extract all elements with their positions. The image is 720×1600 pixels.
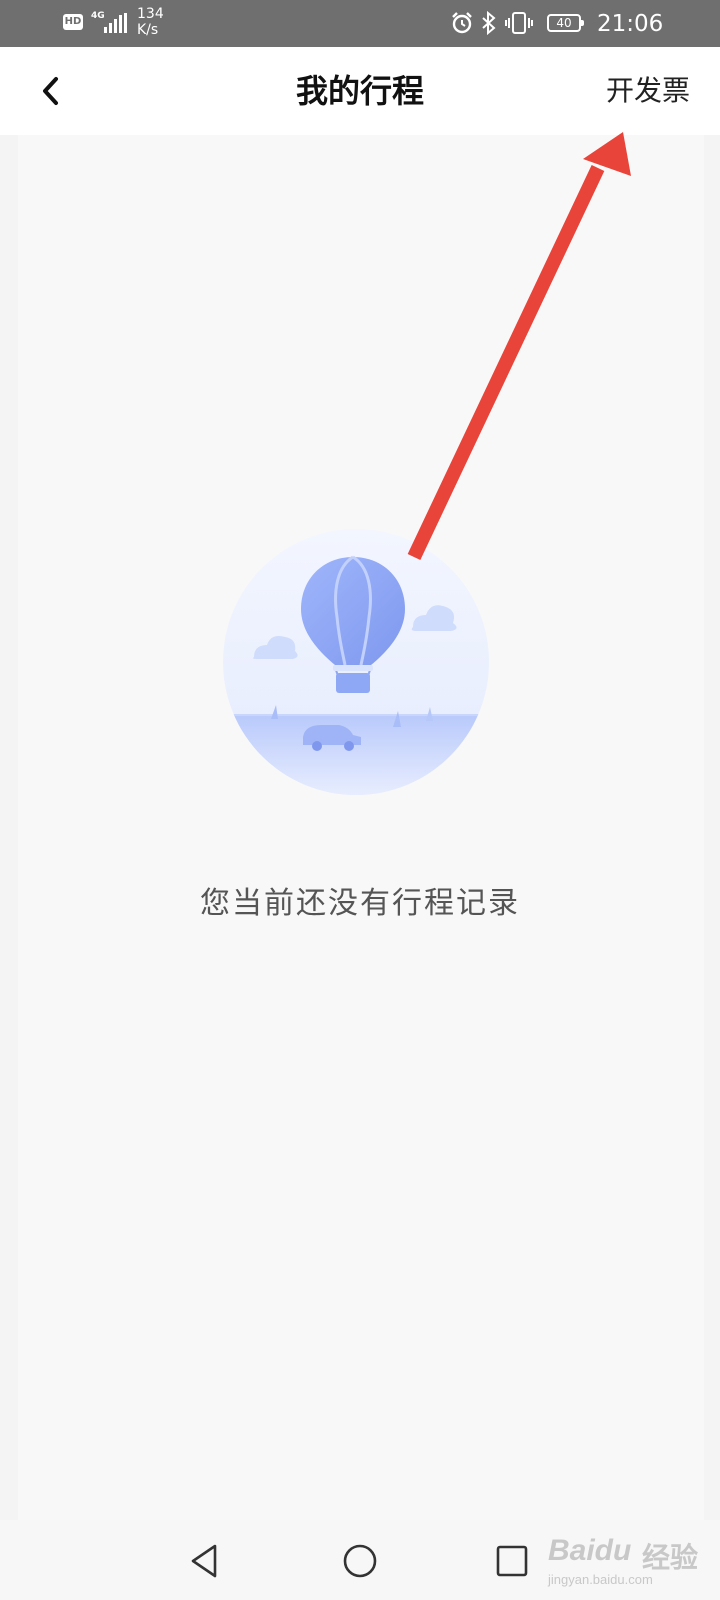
home-circle-icon[interactable]	[335, 1536, 385, 1586]
header-bar: 我的行程 开发票	[0, 47, 720, 135]
watermark-suffix: 经验	[642, 1542, 699, 1573]
invoice-button[interactable]: 开发票	[606, 47, 690, 135]
network-speed-unit: K/s	[137, 22, 159, 38]
status-bar: HD 4G 134 K/s 40 21:06	[0, 0, 720, 47]
vibrate-icon	[505, 12, 533, 34]
content-area	[18, 135, 704, 1520]
network-speed-value: 134	[137, 6, 164, 22]
watermark-brand: Baidu	[548, 1534, 632, 1567]
watermark-url: jingyan.baidu.com	[548, 1572, 653, 1587]
battery-icon: 40	[547, 14, 584, 32]
clock-time: 21:06	[597, 11, 664, 37]
signal-icon	[104, 13, 128, 33]
baidu-watermark: Baidu 经验 jingyan.baidu.com	[548, 1524, 718, 1596]
page-title: 我的行程	[295, 72, 424, 110]
bluetooth-icon	[482, 11, 496, 35]
back-triangle-icon[interactable]	[180, 1536, 230, 1586]
network-speed: 134 K/s	[137, 6, 164, 38]
chevron-left-icon	[43, 77, 58, 105]
network-type: 4G	[91, 11, 105, 21]
hd-badge: HD	[63, 14, 83, 30]
empty-state-message: 您当前还没有行程记录	[200, 886, 520, 921]
hot-air-balloon-illustration	[223, 529, 489, 795]
back-button[interactable]	[30, 67, 78, 115]
alarm-icon	[452, 12, 472, 34]
recents-square-icon[interactable]	[487, 1536, 537, 1586]
